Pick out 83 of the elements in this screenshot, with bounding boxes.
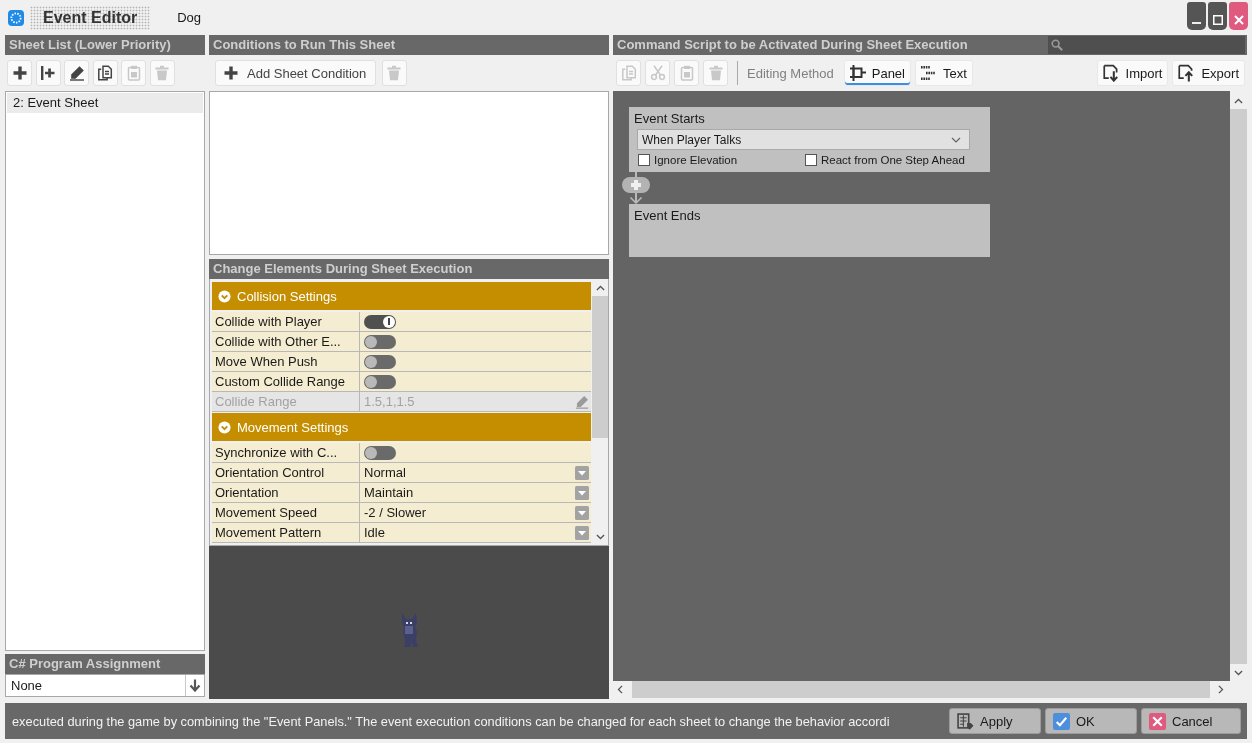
plus-icon — [11, 65, 28, 81]
chevron-down-icon — [218, 289, 231, 303]
panel-title: Command Script to be Activated During Sheet Execution — [617, 36, 968, 54]
toggle-switch[interactable] — [364, 334, 396, 349]
checkbox[interactable] — [805, 154, 817, 166]
chevron-down-icon — [951, 136, 961, 143]
chevron-right-icon[interactable] — [1218, 685, 1224, 694]
window-title: Event Editor — [30, 5, 151, 30]
property-label: Movement Pattern — [212, 523, 360, 543]
app-icon — [8, 9, 24, 26]
bar-plus-icon — [40, 65, 56, 81]
clipboard-icon — [125, 65, 142, 81]
export-icon — [1177, 64, 1196, 82]
character-sprite — [399, 611, 419, 648]
trash-icon — [154, 65, 170, 81]
trigger-dropdown[interactable]: When Player Talks — [637, 129, 970, 150]
property-label: Collide Range — [212, 392, 360, 412]
minimize-icon — [1192, 22, 1201, 24]
apply-button[interactable]: Apply — [949, 708, 1041, 734]
panel-title: Event Ends — [634, 207, 702, 224]
panel-title: Event Starts — [634, 110, 706, 127]
scissors-icon — [649, 65, 666, 81]
clipboard-icon — [678, 65, 695, 81]
copy-icon — [620, 65, 637, 81]
close-icon — [1149, 712, 1166, 730]
editor-tab[interactable]: Text — [915, 60, 973, 86]
dropdown-field[interactable]: Idle — [360, 523, 591, 543]
maximize-icon — [1212, 15, 1223, 25]
chevron-down-icon — [218, 420, 231, 434]
checkbox-label: Ignore Elevation — [654, 154, 738, 166]
import-button[interactable]: Import — [1096, 60, 1169, 86]
plus-icon — [631, 180, 641, 190]
trash-icon — [707, 65, 724, 81]
trash-icon — [386, 65, 403, 81]
ok-button[interactable]: OK — [1045, 708, 1137, 734]
pencil-icon — [575, 394, 589, 409]
copy-button[interactable] — [92, 60, 118, 86]
panel-header: Sheet List (Lower Priority) — [5, 35, 205, 55]
sheet-list-item[interactable]: 2: Event Sheet — [7, 93, 203, 113]
panel-icon — [849, 65, 866, 81]
import-icon — [1101, 64, 1120, 82]
edit-button[interactable] — [64, 60, 89, 86]
export-button[interactable]: Export — [1172, 60, 1245, 86]
editing-method-label: Editing Method — [747, 65, 834, 81]
add-button[interactable] — [7, 60, 32, 86]
close-button[interactable] — [1229, 2, 1248, 30]
document-edit-icon — [957, 712, 974, 730]
checkbox-label: React from One Step Ahead — [821, 154, 965, 166]
chevron-left-icon[interactable] — [617, 685, 623, 694]
editor-tab[interactable]: Panel — [843, 60, 911, 86]
text-lines-icon — [921, 65, 937, 81]
chevron-down-icon[interactable] — [595, 534, 605, 540]
toggle-switch[interactable] — [364, 374, 396, 389]
scrollbar-thumb[interactable] — [632, 681, 1210, 698]
copy-icon — [97, 65, 113, 81]
maximize-button[interactable] — [1208, 2, 1227, 30]
minimize-button[interactable] — [1187, 2, 1206, 30]
toggle-switch[interactable] — [364, 445, 396, 460]
scrollbar-thumb[interactable] — [592, 296, 608, 438]
plus-icon — [223, 65, 239, 81]
add-condition-button[interactable]: Add Sheet Condition — [215, 60, 377, 86]
panel-header: C# Program Assignment — [5, 654, 205, 674]
scrollbar-thumb[interactable] — [1230, 109, 1247, 664]
search-field[interactable] — [1048, 36, 1245, 54]
chevron-up-icon[interactable] — [1234, 98, 1243, 104]
arrow-down-icon — [189, 679, 201, 692]
add-command-button[interactable] — [622, 177, 650, 193]
pencil-icon — [68, 65, 85, 81]
checkbox[interactable] — [638, 154, 650, 166]
search-icon — [1051, 39, 1063, 51]
toggle-switch[interactable] — [364, 354, 396, 369]
insert-button[interactable] — [35, 60, 61, 86]
chevron-down-icon[interactable] — [1234, 670, 1243, 676]
checkmark-icon — [1053, 712, 1070, 730]
panel-header: Change Elements During Sheet Execution — [209, 259, 609, 279]
panel-header: Conditions to Run This Sheet — [209, 35, 609, 55]
cancel-button[interactable]: Cancel — [1141, 708, 1241, 734]
program-dropdown[interactable]: None — [5, 674, 205, 697]
help-message: executed during the game by combining the "Event Panels." The event execution conditions can be changed for each sheet to change the behavior accordi — [12, 713, 891, 729]
chevron-up-icon[interactable] — [595, 285, 605, 291]
close-icon — [1233, 15, 1244, 25]
window-subtitle: Dog — [177, 10, 202, 25]
toggle-switch[interactable] — [364, 314, 396, 329]
